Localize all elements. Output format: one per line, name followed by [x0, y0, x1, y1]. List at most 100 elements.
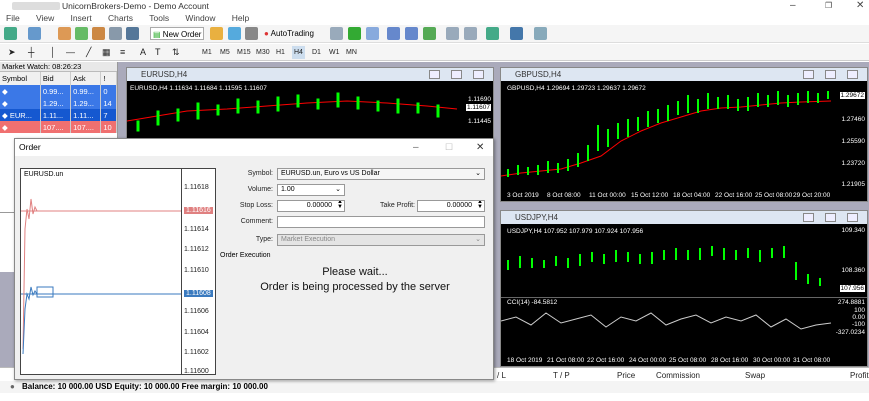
chart-minimize-button[interactable]: [803, 70, 814, 79]
data-window-icon[interactable]: [92, 27, 105, 40]
periods-icon[interactable]: [510, 27, 523, 40]
col-swap[interactable]: Swap: [745, 371, 765, 380]
table-row[interactable]: ◆ 107.... 107.... 10: [0, 121, 117, 133]
candlestick-icon[interactable]: [348, 27, 361, 40]
navigator-icon[interactable]: [75, 27, 88, 40]
table-row[interactable]: ◆ EUR... 1.11... 1.11... 7: [0, 109, 117, 121]
tick-chart-axis: [181, 169, 182, 374]
chart-restore-button[interactable]: [825, 70, 836, 79]
tf-mn[interactable]: MN: [346, 46, 357, 59]
menu-tools[interactable]: Tools: [149, 12, 169, 24]
row-ask: 0.99...: [70, 85, 102, 97]
terminal-icon[interactable]: [109, 27, 122, 40]
col-bid[interactable]: Bid: [40, 72, 72, 85]
symbol-select[interactable]: EURUSD.un, Euro vs US Dollar ⌄: [277, 168, 485, 180]
chart-eurusd[interactable]: EURUSD,H4 EURUSD,H4 1.11634 1.11684 1.11…: [126, 67, 494, 147]
tf-w1[interactable]: W1: [329, 46, 340, 59]
bar-chart-icon[interactable]: [330, 27, 343, 40]
minimize-icon[interactable]: –: [413, 139, 419, 156]
tf-d1[interactable]: D1: [312, 46, 321, 59]
chart-usdjpy[interactable]: USDJPY,H4 USDJPY,H4 107.952 107.979 107.…: [500, 210, 868, 367]
chart-gbpusd[interactable]: GBPUSD,H4 GBPUSD,H4 1.29694 1.29723 1.29…: [500, 67, 868, 202]
chart-minimize-button[interactable]: [803, 213, 814, 222]
x-tick: 8 Oct 08:00: [547, 192, 581, 199]
profiles-icon[interactable]: [28, 27, 41, 40]
close-icon[interactable]: ✕: [476, 139, 484, 156]
strategy-tester-icon[interactable]: [126, 27, 139, 40]
trendline-icon[interactable]: ╱: [86, 46, 91, 59]
col-price[interactable]: Price: [617, 371, 635, 380]
text-icon[interactable]: A: [140, 46, 146, 59]
chart-eurusd-title: EURUSD,H4: [127, 68, 493, 81]
market-watch-icon[interactable]: [58, 27, 71, 40]
chart-restore-button[interactable]: [825, 213, 836, 222]
table-row[interactable]: ◆ 1.29... 1.29... 14: [0, 97, 117, 109]
price-label: 1.23720: [841, 160, 866, 167]
col-ask[interactable]: Ask: [70, 72, 102, 85]
chart-restore-button[interactable]: [451, 70, 462, 79]
channel-icon[interactable]: ▦: [102, 46, 111, 59]
type-select[interactable]: Market Execution ⌄: [277, 234, 485, 246]
line-chart-icon[interactable]: [366, 27, 379, 40]
drawing-toolbar: ➤ ┼ │ — ╱ ▦ ≡ A T ⇅ M1 M5 M15 M30 H1 H4 …: [0, 44, 869, 61]
tf-m5[interactable]: M5: [220, 46, 230, 59]
spinner-icon[interactable]: ▲ ▼: [477, 201, 483, 210]
indicators-icon[interactable]: [486, 27, 499, 40]
chart-close-button[interactable]: [473, 70, 484, 79]
spinner-icon[interactable]: ▲ ▼: [337, 201, 343, 210]
horizontal-line-icon[interactable]: —: [66, 46, 75, 59]
text-label-icon[interactable]: T: [155, 46, 161, 59]
tf-m15[interactable]: M15: [237, 46, 251, 59]
col-tp[interactable]: T / P: [553, 371, 570, 380]
autoscroll-icon[interactable]: [446, 27, 459, 40]
menu-view[interactable]: View: [36, 12, 54, 24]
menu-help[interactable]: Help: [232, 12, 249, 24]
chart-close-button[interactable]: [847, 70, 858, 79]
menu-charts[interactable]: Charts: [108, 12, 133, 24]
arrows-icon[interactable]: ⇅: [172, 46, 180, 59]
chart-minimize-button[interactable]: [429, 70, 440, 79]
volume-field[interactable]: 1.00 ⌄: [277, 184, 345, 196]
crosshair-icon[interactable]: ┼: [28, 46, 34, 59]
tf-m30[interactable]: M30: [256, 46, 270, 59]
comment-field[interactable]: [277, 216, 485, 228]
chart-shift-icon[interactable]: [464, 27, 477, 40]
signals-icon[interactable]: [228, 27, 241, 40]
fibonacci-icon[interactable]: ≡: [120, 46, 125, 59]
chart-close-button[interactable]: [847, 213, 858, 222]
chart-gbpusd-title: GBPUSD,H4: [501, 68, 867, 81]
tick-price: 1.11604: [184, 329, 209, 336]
autotrading-button[interactable]: ● AutoTrading: [262, 27, 316, 40]
table-row[interactable]: ◆ 0.99... 0.99... 0: [0, 85, 117, 97]
tick-price: 1.11602: [184, 349, 209, 356]
meta-editor-icon[interactable]: [210, 27, 223, 40]
new-chart-icon[interactable]: [4, 27, 17, 40]
maximize-icon[interactable]: ☐: [445, 139, 453, 156]
templates-icon[interactable]: [534, 27, 547, 40]
x-tick: 28 Oct 16:00: [711, 357, 749, 364]
stop-loss-field[interactable]: 0.00000 ▲ ▼: [277, 200, 345, 212]
take-profit-field[interactable]: 0.00000 ▲ ▼: [417, 200, 485, 212]
zoom-out-icon[interactable]: [405, 27, 418, 40]
market-icon[interactable]: [245, 27, 258, 40]
col-spread[interactable]: !: [100, 72, 117, 85]
new-order-button[interactable]: ▤ New Order: [150, 27, 205, 40]
col-symbol[interactable]: Symbol: [0, 72, 41, 85]
zoom-in-icon[interactable]: [387, 27, 400, 40]
tile-windows-icon[interactable]: [423, 27, 436, 40]
cursor-icon[interactable]: ➤: [8, 46, 16, 59]
vertical-line-icon[interactable]: │: [50, 46, 56, 59]
col-profit[interactable]: Profit: [850, 371, 869, 380]
col-commission[interactable]: Commission: [656, 371, 700, 380]
tf-m1[interactable]: M1: [202, 46, 212, 59]
menu-file[interactable]: File: [6, 12, 20, 24]
tf-h1[interactable]: H1: [276, 46, 285, 59]
minimize-button[interactable]: –: [790, 0, 796, 11]
maximize-button[interactable]: ❐: [825, 1, 832, 10]
menu-insert[interactable]: Insert: [70, 12, 91, 24]
row-spread: 10: [100, 121, 117, 133]
close-window-button[interactable]: ✕: [856, 0, 864, 11]
tf-h4[interactable]: H4: [292, 46, 305, 59]
menu-window[interactable]: Window: [185, 12, 215, 24]
col-sl[interactable]: / L: [497, 371, 506, 380]
